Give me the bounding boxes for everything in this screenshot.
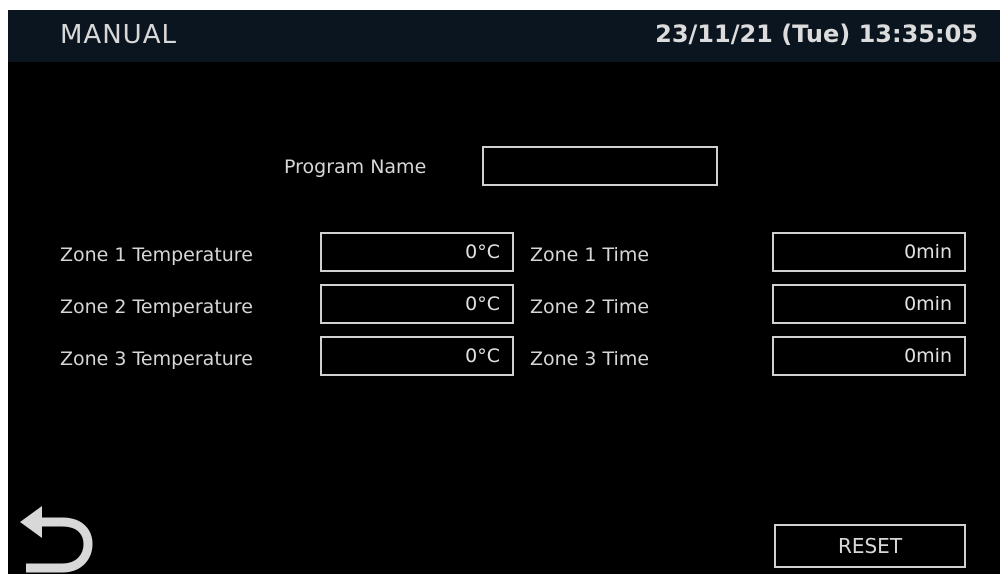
- zone-3-temperature-field[interactable]: 0°C: [320, 336, 514, 376]
- datetime-display: 23/11/21 (Tue) 13:35:05: [655, 20, 978, 48]
- program-name-label: Program Name: [284, 156, 427, 178]
- zone-3-temperature-label: Zone 3 Temperature: [60, 348, 253, 370]
- zone-2-time-label: Zone 2 Time: [530, 296, 650, 318]
- zone-1-temperature-label: Zone 1 Temperature: [60, 244, 253, 266]
- zone-2-temperature-label: Zone 2 Temperature: [60, 296, 253, 318]
- manual-screen: MANUAL 23/11/21 (Tue) 13:35:05 Program N…: [8, 10, 1000, 574]
- zone-2-temperature-field[interactable]: 0°C: [320, 284, 514, 324]
- zone-2-time-field[interactable]: 0min: [772, 284, 966, 324]
- zone-1-temperature-field[interactable]: 0°C: [320, 232, 514, 272]
- back-arrow-icon: [20, 506, 93, 573]
- zone-3-time-label: Zone 3 Time: [530, 348, 650, 370]
- zone-1-time-field[interactable]: 0min: [772, 232, 966, 272]
- reset-button[interactable]: RESET: [774, 524, 966, 568]
- mode-title: MANUAL: [60, 20, 177, 50]
- header-bar: MANUAL 23/11/21 (Tue) 13:35:05: [8, 10, 1000, 62]
- zone-3-time-field[interactable]: 0min: [772, 336, 966, 376]
- program-name-field[interactable]: [482, 146, 718, 186]
- zone-1-time-label: Zone 1 Time: [530, 244, 650, 266]
- back-button[interactable]: [18, 504, 96, 574]
